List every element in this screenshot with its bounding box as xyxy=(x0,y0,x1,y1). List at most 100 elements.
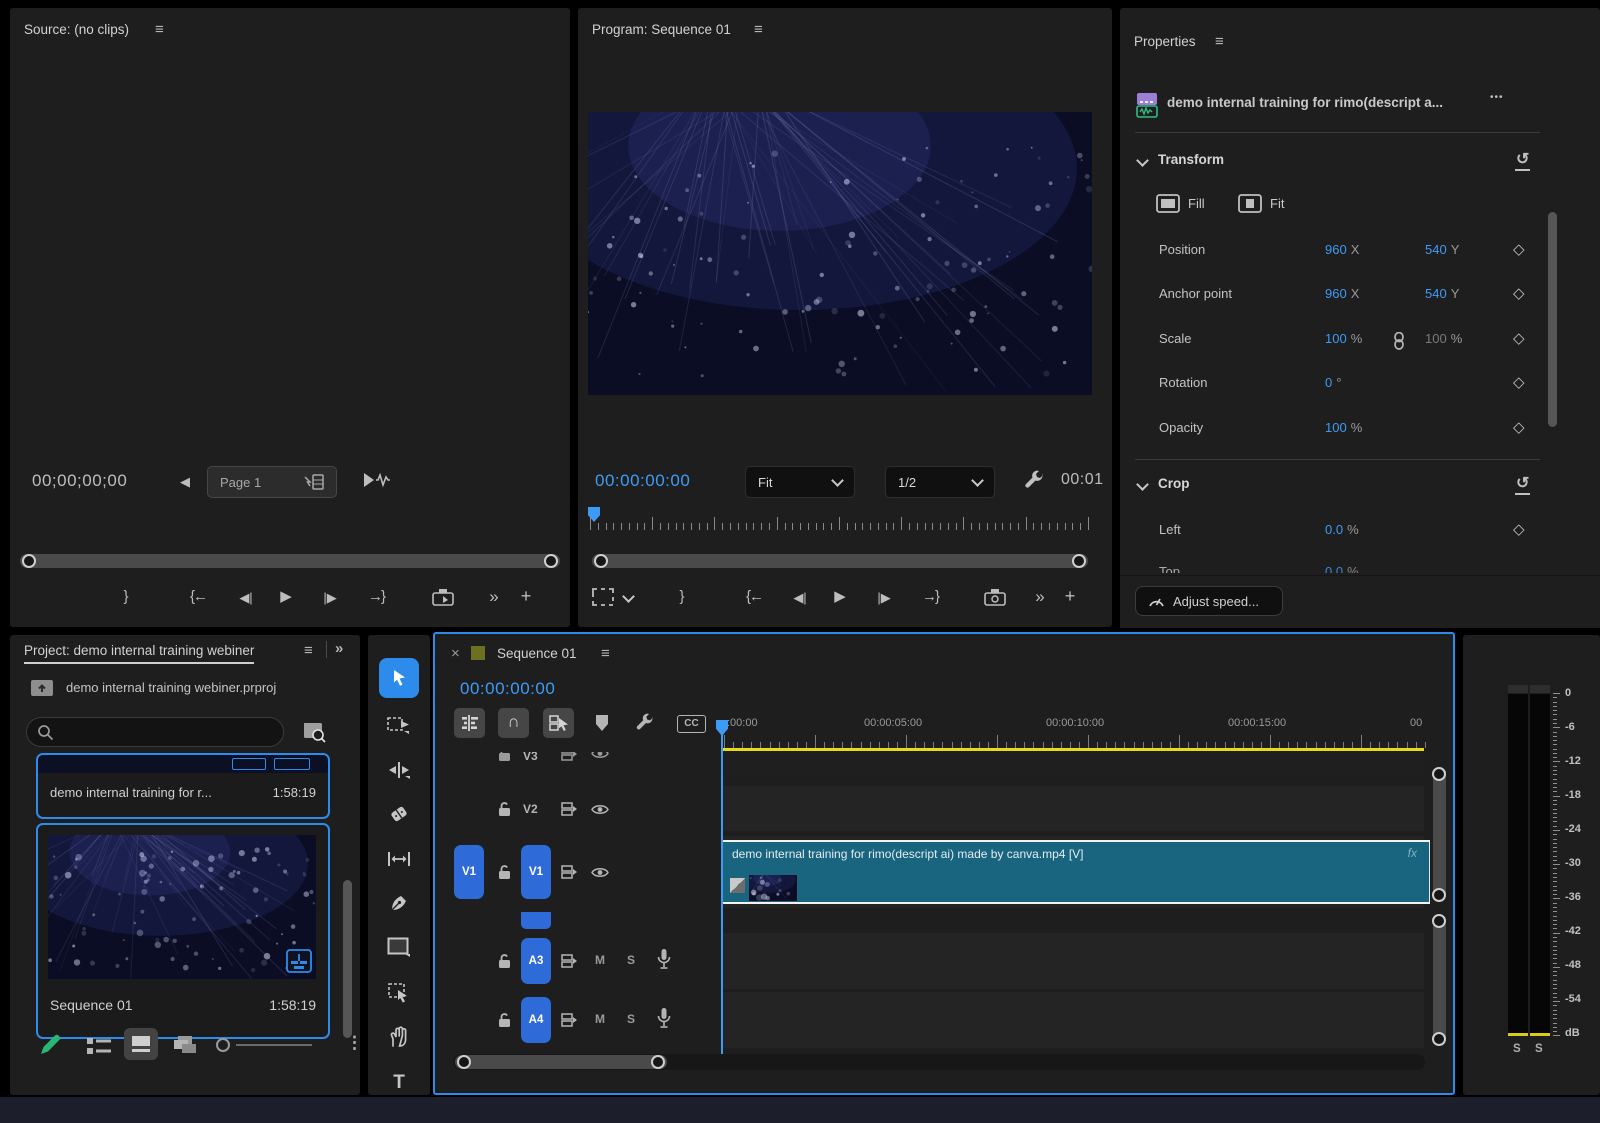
track-target-a4-button[interactable]: A4 xyxy=(521,997,551,1043)
hand-tool[interactable] xyxy=(379,1017,419,1057)
source-patch-v1-button[interactable]: V1 xyxy=(454,845,484,899)
program-panel-title[interactable]: Program: Sequence 01 xyxy=(592,22,731,37)
transform-reset-icon[interactable]: ↺ xyxy=(1515,149,1530,171)
lock-icon[interactable] xyxy=(497,752,512,762)
video-tracks-scrollbar[interactable] xyxy=(1433,767,1446,902)
project-panel-title[interactable]: Project: demo internal training webiner xyxy=(24,643,254,664)
anchor-x-value[interactable]: 960 xyxy=(1325,286,1347,301)
properties-title[interactable]: Properties xyxy=(1134,34,1196,49)
program-scrollbar[interactable] xyxy=(592,554,1088,568)
audio-tracks-scrollbar[interactable] xyxy=(1433,914,1446,1046)
page-selector[interactable]: Page 1 xyxy=(207,466,337,498)
track-patch-icon[interactable] xyxy=(561,865,578,879)
track-patch-icon[interactable] xyxy=(561,752,578,761)
anchor-keyframe-toggle[interactable]: ◇ xyxy=(1513,284,1525,302)
crop-left-value[interactable]: 0.0 xyxy=(1325,522,1343,537)
eye-icon[interactable] xyxy=(591,752,609,760)
step-forward-button[interactable]: |▶ xyxy=(316,586,344,610)
scale-keyframe-toggle[interactable]: ◇ xyxy=(1513,329,1525,347)
source-panel-title[interactable]: Source: (no clips) xyxy=(24,22,129,37)
playback-resolution-select[interactable]: 1/2 xyxy=(885,466,995,498)
timeline-timecode[interactable]: 00:00:00:00 xyxy=(460,679,555,699)
track-header-v1[interactable]: V1 V1 xyxy=(435,836,721,908)
track-a3-lane[interactable] xyxy=(721,933,1424,989)
zoom-slider-knob[interactable] xyxy=(216,1038,230,1052)
eye-icon[interactable] xyxy=(591,866,609,879)
lock-icon[interactable] xyxy=(497,953,512,969)
program-scrollbar-left-knob[interactable] xyxy=(594,554,608,568)
slip-tool[interactable] xyxy=(379,839,419,879)
timeline-clip[interactable]: demo internal training for rimo(descript… xyxy=(722,840,1430,904)
program-scrollbar-right-knob[interactable] xyxy=(1072,554,1086,568)
track-v3-lane[interactable] xyxy=(721,752,1424,776)
nest-sequences-toggle[interactable] xyxy=(454,708,485,738)
search-bin-icon[interactable] xyxy=(303,722,327,743)
crop-section-header[interactable]: Crop xyxy=(1158,476,1190,491)
track-patch-icon[interactable] xyxy=(561,802,578,816)
rotation-keyframe-toggle[interactable]: ◇ xyxy=(1513,373,1525,391)
properties-menu-icon[interactable]: ≡ xyxy=(1215,33,1224,50)
mark-out-button[interactable]: } xyxy=(118,585,134,609)
track-header-v2[interactable]: V2 xyxy=(435,786,721,831)
position-y-value[interactable]: 540 xyxy=(1425,242,1447,257)
timeline-hscroll-track[interactable] xyxy=(453,1054,1425,1070)
ripple-edit-tool[interactable] xyxy=(379,750,419,790)
track-select-forward-tool[interactable] xyxy=(379,705,419,745)
track-header-a3[interactable]: A3 M S xyxy=(435,933,721,989)
go-to-out-button[interactable]: →} xyxy=(914,585,946,609)
project-item-clip[interactable]: demo internal training for r... 1:58:19 xyxy=(36,753,330,819)
crop-reset-icon[interactable]: ↺ xyxy=(1515,473,1530,495)
timeline-hscroll-thumb[interactable] xyxy=(455,1055,667,1069)
clip-more-options-button[interactable]: ••• xyxy=(1490,92,1504,103)
crop-left-keyframe-toggle[interactable]: ◇ xyxy=(1513,520,1525,538)
track-v2-lane[interactable] xyxy=(721,786,1424,831)
source-scrollbar-right-knob[interactable] xyxy=(544,554,558,568)
hscroll-right-knob[interactable] xyxy=(651,1055,665,1069)
lock-icon[interactable] xyxy=(497,801,512,817)
step-back-button[interactable]: ◀| xyxy=(786,586,814,610)
thumbnail-zoom-slider[interactable] xyxy=(216,1038,312,1054)
fit-button[interactable]: Fit xyxy=(1238,194,1284,213)
add-button[interactable]: + xyxy=(1060,584,1080,608)
add-marker-button[interactable] xyxy=(594,714,610,732)
project-item-sequence[interactable]: Sequence 01 1:58:19 xyxy=(36,823,330,1039)
tab-close-icon[interactable]: × xyxy=(451,645,460,662)
source-patch-a1-stub[interactable] xyxy=(521,912,551,929)
lock-icon[interactable] xyxy=(497,1012,512,1028)
captions-toggle[interactable]: CC xyxy=(677,715,706,733)
play-button[interactable]: ▶ xyxy=(274,585,298,609)
voice-over-mic-icon[interactable] xyxy=(657,1007,671,1031)
audio-scrollbar-bottom-knob[interactable] xyxy=(1432,1032,1446,1046)
crop-top-value[interactable]: 0.0 xyxy=(1325,564,1343,573)
timeline-tab-label[interactable]: Sequence 01 xyxy=(497,646,577,661)
transform-collapse-chevron[interactable] xyxy=(1136,154,1149,167)
fill-button[interactable]: Fill xyxy=(1156,194,1205,213)
source-panel-menu-icon[interactable]: ≡ xyxy=(155,21,164,38)
project-panel-menu-icon[interactable]: ≡ xyxy=(304,642,313,659)
position-keyframe-toggle[interactable]: ◇ xyxy=(1513,240,1525,258)
meter-solo-right[interactable]: S xyxy=(1535,1043,1543,1055)
position-x-value[interactable]: 960 xyxy=(1325,242,1347,257)
program-timecode[interactable]: 00:00:00:00 xyxy=(595,471,690,491)
track-patch-icon[interactable] xyxy=(561,1013,578,1027)
lock-icon[interactable] xyxy=(497,864,512,880)
folder-up-icon[interactable] xyxy=(30,678,54,697)
mute-button[interactable]: M xyxy=(595,953,605,967)
track-header-a4[interactable]: A4 M S xyxy=(435,992,721,1048)
program-panel-menu-icon[interactable]: ≡ xyxy=(754,21,763,38)
button-editor-more[interactable]: » xyxy=(1030,585,1050,609)
transform-section-header[interactable]: Transform xyxy=(1158,152,1224,167)
project-footer-kebab-icon[interactable]: ⋮ xyxy=(346,1033,363,1053)
timeline-settings-wrench-icon[interactable] xyxy=(635,713,656,734)
crop-collapse-chevron[interactable] xyxy=(1136,478,1149,491)
anchor-y-value[interactable]: 540 xyxy=(1425,286,1447,301)
list-view-button[interactable] xyxy=(86,1037,112,1055)
zoom-level-select[interactable]: Fit xyxy=(745,466,855,498)
page-prev-icon[interactable]: ◀ xyxy=(180,470,190,494)
opacity-keyframe-toggle[interactable]: ◇ xyxy=(1513,418,1525,436)
razor-tool[interactable] xyxy=(379,794,419,834)
rotation-value[interactable]: 0 xyxy=(1325,375,1332,390)
mute-button[interactable]: M xyxy=(595,1012,605,1026)
step-forward-button[interactable]: |▶ xyxy=(870,586,898,610)
project-search-input[interactable] xyxy=(26,717,284,747)
